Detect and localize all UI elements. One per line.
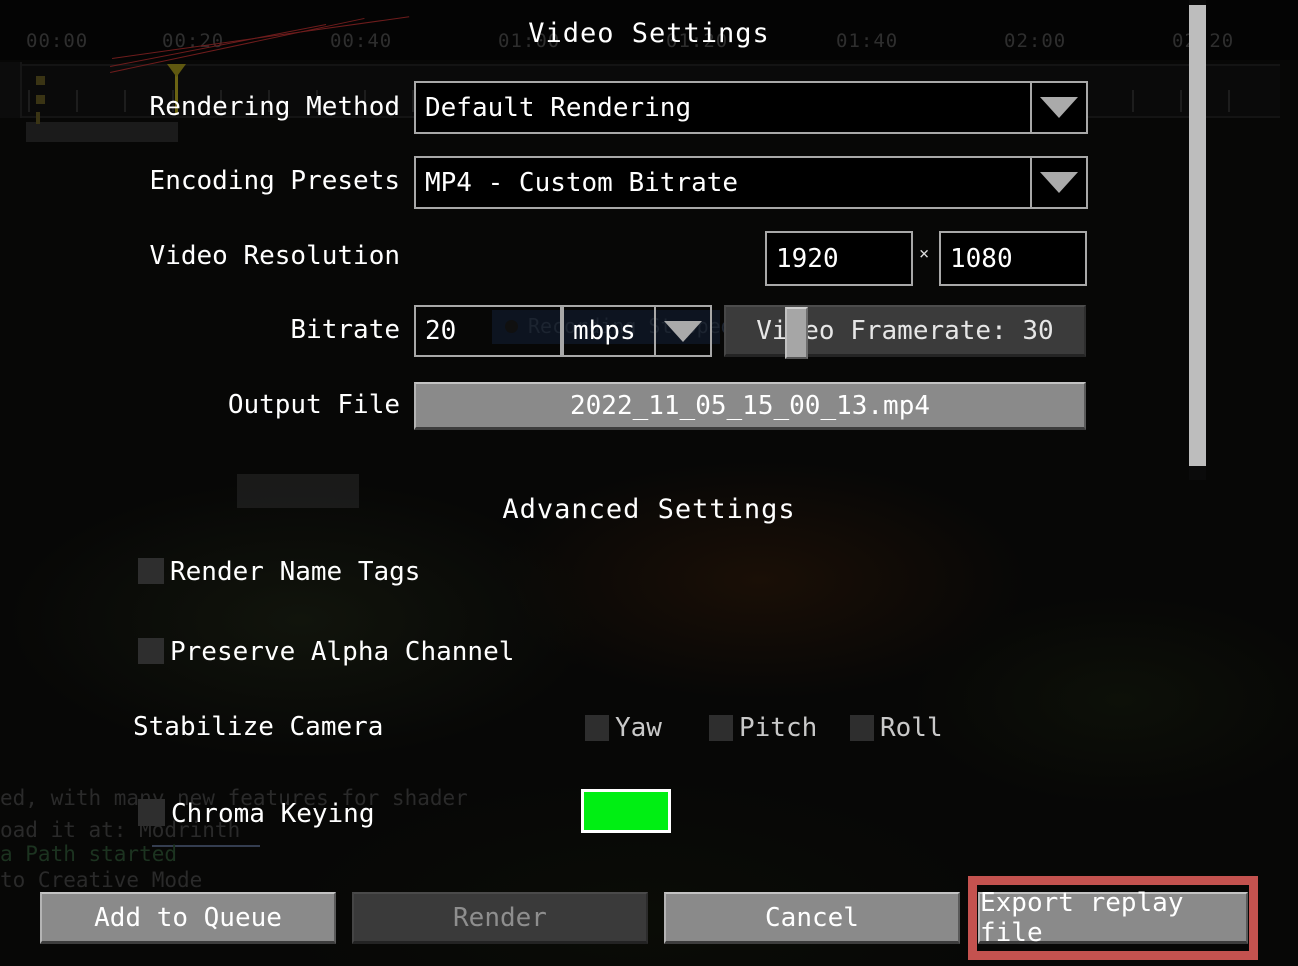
export-replay-file-label: Export replay file bbox=[980, 887, 1184, 948]
output-file-label: Output File bbox=[227, 390, 400, 420]
cancel-button[interactable]: Cancel bbox=[664, 892, 960, 944]
stabilize-roll-label: Roll bbox=[880, 713, 943, 743]
rendering-method-dropdown[interactable]: Default Rendering bbox=[414, 81, 1088, 134]
add-to-queue-button[interactable]: Add to Queue bbox=[40, 892, 336, 944]
render-name-tags-label: Render Name Tags bbox=[170, 557, 421, 587]
preserve-alpha-label: Preserve Alpha Channel bbox=[170, 637, 515, 667]
bitrate-unit-value: mbps bbox=[573, 316, 636, 346]
chevron-down-icon[interactable] bbox=[1030, 83, 1086, 132]
video-settings-dialog: Video Settings Rendering Method Default … bbox=[0, 0, 1298, 966]
resolution-separator: × bbox=[919, 244, 930, 264]
render-button[interactable]: Render bbox=[352, 892, 648, 944]
bitrate-input[interactable]: 20 bbox=[414, 305, 562, 357]
stabilize-camera-label: Stabilize Camera bbox=[133, 712, 384, 742]
stabilize-roll-checkbox[interactable] bbox=[850, 715, 874, 741]
video-framerate-slider-handle[interactable] bbox=[785, 307, 808, 359]
resolution-width-input[interactable]: 1920 bbox=[765, 231, 913, 286]
stabilize-yaw-label: Yaw bbox=[615, 713, 662, 743]
render-label: Render bbox=[453, 902, 547, 933]
render-name-tags-checkbox[interactable] bbox=[138, 558, 164, 584]
stabilize-yaw-checkbox[interactable] bbox=[585, 715, 609, 741]
video-framerate-slider[interactable]: Video Framerate: 30 bbox=[724, 305, 1086, 357]
advanced-settings-title: Advanced Settings bbox=[502, 494, 796, 525]
chroma-keying-checkbox[interactable] bbox=[138, 799, 165, 826]
encoding-presets-label: Encoding Presets bbox=[149, 166, 400, 196]
rendering-method-value: Default Rendering bbox=[425, 92, 692, 123]
bitrate-unit-dropdown[interactable]: mbps bbox=[562, 305, 712, 357]
page-title: Video Settings bbox=[528, 18, 770, 49]
chevron-down-icon[interactable] bbox=[1030, 158, 1086, 207]
add-to-queue-label: Add to Queue bbox=[94, 902, 282, 933]
encoding-presets-dropdown[interactable]: MP4 - Custom Bitrate bbox=[414, 156, 1088, 209]
bitrate-label: Bitrate bbox=[290, 315, 400, 345]
preserve-alpha-checkbox[interactable] bbox=[138, 638, 164, 664]
chevron-down-icon[interactable] bbox=[654, 307, 710, 355]
resolution-height-input[interactable]: 1080 bbox=[939, 231, 1087, 286]
export-replay-file-button[interactable]: Export replay file bbox=[978, 888, 1248, 948]
output-file-value: 2022_11_05_15_00_13.mp4 bbox=[569, 390, 931, 421]
output-file-button[interactable]: 2022_11_05_15_00_13.mp4 bbox=[414, 382, 1086, 430]
encoding-presets-value: MP4 - Custom Bitrate bbox=[425, 167, 739, 198]
cancel-label: Cancel bbox=[765, 902, 859, 933]
chroma-keying-label: Chroma Keying bbox=[171, 799, 375, 829]
chroma-key-color-swatch[interactable] bbox=[581, 789, 671, 833]
rendering-method-label: Rendering Method bbox=[149, 92, 400, 122]
stabilize-pitch-checkbox[interactable] bbox=[709, 715, 733, 741]
stabilize-pitch-label: Pitch bbox=[739, 713, 818, 743]
video-resolution-label: Video Resolution bbox=[149, 241, 400, 271]
